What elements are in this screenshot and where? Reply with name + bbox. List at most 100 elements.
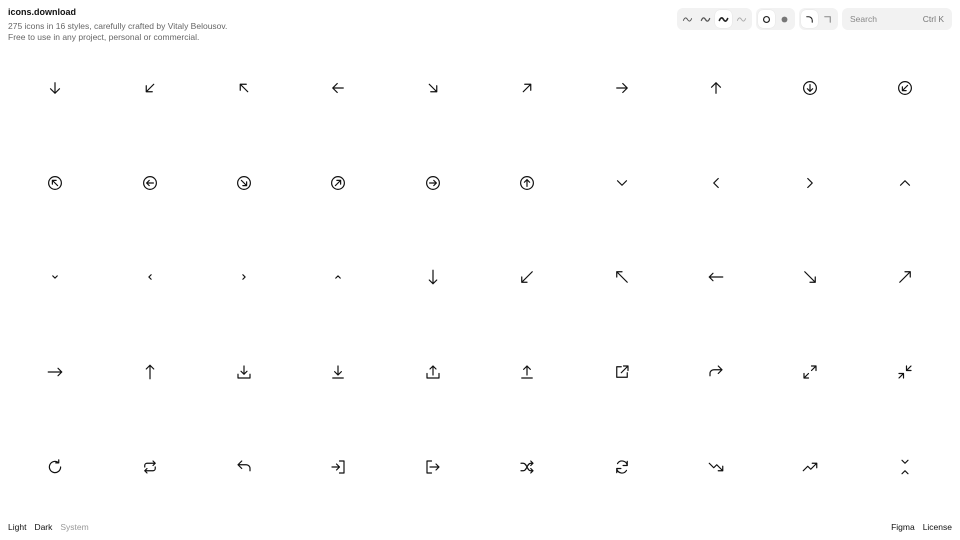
download-alt-icon [332, 365, 345, 379]
icon-tile-arrow-up-left-circle[interactable] [8, 136, 102, 231]
theme-dark-option[interactable]: Dark [34, 522, 52, 532]
stroke-weight-regular-button[interactable] [715, 10, 732, 28]
icon-tile-arrow-down-left[interactable] [102, 41, 196, 136]
icon-tile-arrow-up-right[interactable] [480, 41, 574, 136]
icon-tile-arrow-right-circle[interactable] [386, 136, 480, 231]
site-title[interactable]: icons.download [8, 6, 308, 18]
rounded-corner-icon [806, 15, 813, 23]
icon-tile-arrow-down-right-long[interactable] [763, 230, 857, 325]
icon-tile-chevron-up[interactable] [858, 136, 952, 231]
chevron-right-icon [807, 177, 814, 188]
collapse-icon [898, 365, 912, 379]
stroke-weight-thin-button[interactable] [679, 10, 696, 28]
icon-tile-upload-alt[interactable] [480, 325, 574, 420]
chevron-up-small-icon [335, 275, 342, 280]
stroke-weight-light-button[interactable] [697, 10, 714, 28]
icon-tile-arrow-down-right[interactable] [386, 41, 480, 136]
icon-tile-arrow-down[interactable] [8, 41, 102, 136]
arrow-left-long-icon [708, 273, 724, 282]
trending-down-icon [708, 462, 724, 472]
icon-tile-arrow-up-long[interactable] [102, 325, 196, 420]
icon-tile-shuffle[interactable] [480, 419, 574, 514]
icon-tile-sync[interactable] [574, 419, 668, 514]
icon-tile-arrow-up-circle[interactable] [480, 136, 574, 231]
icon-tile-arrow-down-circle[interactable] [763, 41, 857, 136]
solid-style-button[interactable] [776, 10, 793, 28]
icon-tile-arrow-right-long[interactable] [8, 325, 102, 420]
icon-tile-arrow-up-left-long[interactable] [574, 230, 668, 325]
icon-tile-arrow-right[interactable] [574, 41, 668, 136]
icon-tile-collapse[interactable] [858, 325, 952, 420]
icon-tile-chevron-left-small[interactable] [102, 230, 196, 325]
icon-tile-trending-down[interactable] [669, 419, 763, 514]
icon-tile-arrow-down-right-circle[interactable] [197, 136, 291, 231]
outline-style-button[interactable] [758, 10, 775, 28]
icon-tile-download-alt[interactable] [291, 325, 385, 420]
squiggle-icon [736, 16, 747, 22]
expand-icon [803, 365, 817, 379]
icon-tile-sign-in[interactable] [291, 419, 385, 514]
upload-icon [426, 365, 440, 379]
icon-tile-expand[interactable] [763, 325, 857, 420]
icon-tile-arrow-down-left-circle[interactable] [858, 41, 952, 136]
stroke-weight-faint-button[interactable] [733, 10, 750, 28]
search-input[interactable] [850, 14, 914, 24]
figma-link[interactable]: Figma [891, 522, 915, 532]
icon-tile-external-link[interactable] [574, 325, 668, 420]
icon-tile-trending-up[interactable] [763, 419, 857, 514]
header: icons.download 275 icons in 16 styles, c… [8, 6, 308, 43]
icon-tile-chevron-down[interactable] [574, 136, 668, 231]
icon-tile-redirect[interactable] [669, 325, 763, 420]
icon-tile-arrow-left-long[interactable] [669, 230, 763, 325]
arrow-up-left-icon [239, 83, 249, 93]
icon-tile-chevron-down-small[interactable] [8, 230, 102, 325]
icon-tile-chevron-right[interactable] [763, 136, 857, 231]
icon-tile-arrow-up[interactable] [669, 41, 763, 136]
icon-tile-arrow-up-right-circle[interactable] [291, 136, 385, 231]
arrow-up-right-circle-icon [331, 175, 346, 190]
tagline-line-1: 275 icons in 16 styles, carefully crafte… [8, 21, 228, 31]
icon-tile-sign-out[interactable] [386, 419, 480, 514]
outline-circle-icon [762, 15, 771, 23]
chevron-down-icon [616, 180, 627, 186]
icon-tile-arrow-down-long[interactable] [386, 230, 480, 325]
icon-tile-arrow-up-left[interactable] [197, 41, 291, 136]
icon-tile-undo[interactable] [197, 419, 291, 514]
arrow-right-icon [615, 83, 628, 94]
license-link[interactable]: License [923, 522, 952, 532]
icon-tile-download[interactable] [197, 325, 291, 420]
arrow-down-right-long-icon [804, 271, 817, 284]
icon-tile-arrow-down-left-long[interactable] [480, 230, 574, 325]
icon-tile-fold-vertical[interactable] [858, 419, 952, 514]
arrow-up-circle-icon [520, 175, 535, 190]
icon-tile-upload[interactable] [386, 325, 480, 420]
sharp-corner-icon [824, 15, 831, 23]
chevron-left-icon [713, 177, 719, 188]
icon-tile-chevron-left[interactable] [669, 136, 763, 231]
icon-tile-arrow-up-right-long[interactable] [858, 230, 952, 325]
icon-tile-chevron-right-small[interactable] [197, 230, 291, 325]
icon-tile-chevron-up-small[interactable] [291, 230, 385, 325]
icon-tile-arrow-left[interactable] [291, 41, 385, 136]
footer-links: Figma License [891, 522, 952, 532]
refresh-icon [49, 458, 62, 473]
arrow-down-left-circle-icon [897, 81, 912, 96]
chevron-left-small-icon [147, 274, 152, 281]
theme-system-option[interactable]: System [60, 522, 88, 532]
theme-switcher: Light Dark System [8, 522, 89, 532]
arrow-up-right-icon [522, 83, 532, 93]
icon-tile-refresh[interactable] [8, 419, 102, 514]
sharp-corner-style-button[interactable] [819, 10, 836, 28]
undo-icon [237, 460, 251, 472]
theme-light-option[interactable]: Light [8, 522, 26, 532]
search-box[interactable]: Ctrl K [842, 8, 952, 30]
rounded-corner-style-button[interactable] [801, 10, 818, 28]
icon-tile-arrow-left-circle[interactable] [102, 136, 196, 231]
chevron-up-icon [899, 180, 910, 186]
download-icon [237, 365, 251, 379]
arrow-down-long-icon [428, 270, 438, 285]
arrow-left-icon [332, 83, 345, 94]
arrow-up-left-circle-icon [48, 175, 63, 190]
icon-tile-repeat[interactable] [102, 419, 196, 514]
external-link-icon [615, 365, 629, 378]
